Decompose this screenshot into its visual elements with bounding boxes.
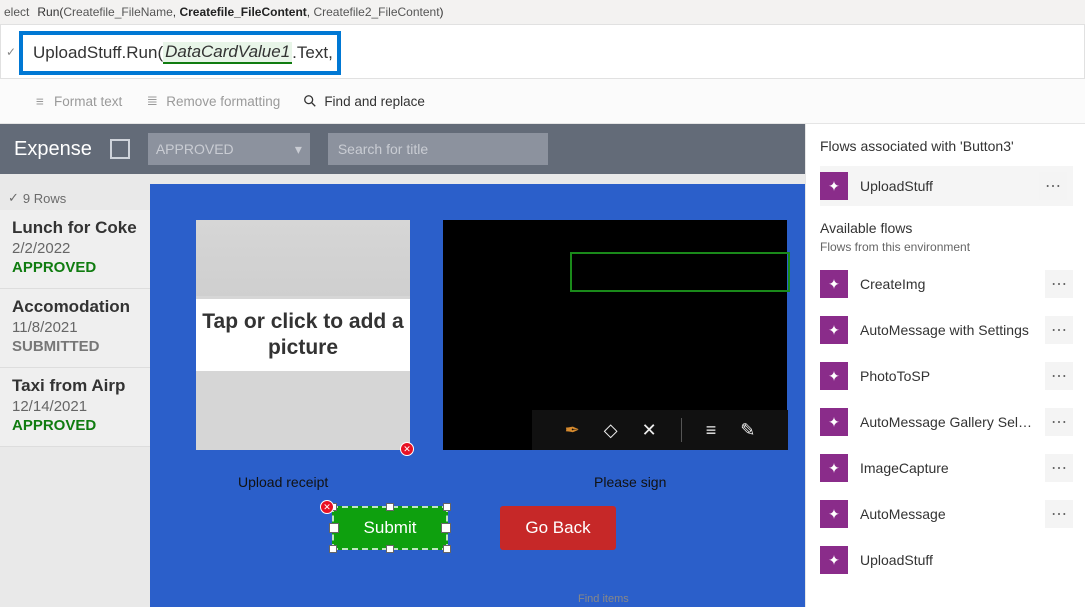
status-dropdown[interactable]: APPROVED ▾ bbox=[148, 133, 310, 165]
more-icon[interactable]: ⋯ bbox=[1045, 270, 1073, 298]
chevron-down-icon: ▾ bbox=[295, 141, 302, 158]
intellisense-bar: elect Run(Createfile_FileName, Createfil… bbox=[0, 0, 1085, 24]
list-item[interactable]: Taxi from Airp 12/14/2021 APPROVED bbox=[0, 368, 150, 447]
environment-label: Flows from this environment bbox=[820, 240, 1073, 254]
flow-icon: ✦ bbox=[820, 500, 848, 528]
format-text-button[interactable]: ≡ Format text bbox=[32, 93, 122, 109]
sign-label: Please sign bbox=[594, 474, 666, 490]
available-flows-header: Available flows bbox=[820, 220, 1073, 236]
flow-icon: ✦ bbox=[820, 316, 848, 344]
flow-row[interactable]: ✦ UploadStuff bbox=[820, 540, 1073, 580]
pen-icon[interactable]: ✒ bbox=[565, 420, 580, 441]
flow-icon: ✦ bbox=[820, 270, 848, 298]
flow-row[interactable]: ✦ AutoMessage with Settings ⋯ bbox=[820, 310, 1073, 350]
flow-row[interactable]: ✦ AutoMessage ⋯ bbox=[820, 494, 1073, 534]
formula-input[interactable]: UploadStuff.Run(DataCardValue1.Text, bbox=[19, 31, 341, 75]
format-icon: ≡ bbox=[32, 93, 48, 109]
flow-row[interactable]: ✦ CreateImg ⋯ bbox=[820, 264, 1073, 304]
flow-row[interactable]: ✦ ImageCapture ⋯ bbox=[820, 448, 1073, 488]
select-label: elect bbox=[4, 5, 29, 19]
signature-field[interactable] bbox=[570, 252, 790, 292]
go-back-button[interactable]: Go Back bbox=[500, 506, 616, 550]
remove-format-icon: ≣ bbox=[144, 93, 160, 109]
app-canvas: Expense APPROVED ▾ Search for title ✓ 9 … bbox=[0, 124, 805, 607]
ink-toolbar: ✒ ◇ ✕ ≡ ✎ bbox=[532, 410, 788, 450]
remove-formatting-button[interactable]: ≣ Remove formatting bbox=[144, 93, 280, 109]
more-icon[interactable]: ⋯ bbox=[1045, 316, 1073, 344]
expense-header: Expense APPROVED ▾ Search for title bbox=[0, 124, 805, 174]
flow-icon: ✦ bbox=[820, 408, 848, 436]
eraser-icon[interactable]: ◇ bbox=[604, 420, 618, 441]
list-item[interactable]: Accomodation 11/8/2021 SUBMITTED bbox=[0, 289, 150, 368]
formula-bar[interactable]: ✓ UploadStuff.Run(DataCardValue1.Text, bbox=[0, 24, 1085, 79]
add-picture-control[interactable]: Tap or click to add a picture bbox=[196, 220, 410, 450]
flow-row[interactable]: ✦ UploadStuff ⋯ bbox=[820, 166, 1073, 206]
flow-icon: ✦ bbox=[820, 454, 848, 482]
list-item[interactable]: Lunch for Coke 2/2/2022 APPROVED bbox=[0, 210, 150, 289]
clear-icon[interactable]: ✕ bbox=[642, 420, 657, 441]
find-items-label: Find items bbox=[578, 593, 629, 605]
flow-icon: ✦ bbox=[820, 362, 848, 390]
more-icon[interactable]: ⋯ bbox=[1045, 454, 1073, 482]
submit-button[interactable]: Submit bbox=[332, 506, 448, 550]
rows-count: ✓ 9 Rows bbox=[8, 190, 66, 206]
more-icon[interactable]: ⋯ bbox=[1039, 172, 1067, 200]
flow-icon: ✦ bbox=[820, 546, 848, 574]
error-badge-icon[interactable]: ✕ bbox=[400, 442, 414, 456]
flow-row[interactable]: ✦ PhotoToSP ⋯ bbox=[820, 356, 1073, 396]
flows-header: Flows associated with 'Button3' bbox=[820, 138, 1073, 154]
page-title: Expense bbox=[14, 138, 92, 161]
separator bbox=[681, 418, 682, 442]
filter-checkbox[interactable] bbox=[110, 139, 130, 159]
more-icon[interactable]: ⋯ bbox=[1045, 362, 1073, 390]
search-input[interactable]: Search for title bbox=[328, 133, 548, 165]
find-replace-button[interactable]: Find and replace bbox=[302, 93, 425, 109]
search-icon bbox=[302, 93, 318, 109]
more-icon[interactable]: ⋯ bbox=[1045, 500, 1073, 528]
format-toolbar: ≡ Format text ≣ Remove formatting Find a… bbox=[0, 79, 1085, 124]
line-width-icon[interactable]: ≡ bbox=[706, 420, 717, 441]
expense-list: Lunch for Coke 2/2/2022 APPROVED Accomod… bbox=[0, 210, 150, 447]
flow-row[interactable]: ✦ AutoMessage Gallery Select... ⋯ bbox=[820, 402, 1073, 442]
form-panel: Tap or click to add a picture ✕ Upload r… bbox=[150, 184, 805, 607]
upload-label: Upload receipt bbox=[238, 474, 328, 490]
edit-icon[interactable]: ✎ bbox=[740, 420, 755, 441]
flow-icon: ✦ bbox=[820, 172, 848, 200]
error-badge-icon[interactable]: ✕ bbox=[320, 500, 334, 514]
flows-panel: Flows associated with 'Button3' ✦ Upload… bbox=[805, 124, 1085, 607]
check-icon: ✓ bbox=[8, 190, 19, 206]
run-signature: Run(Createfile_FileName, Createfile_File… bbox=[37, 5, 443, 19]
check-icon: ✓ bbox=[1, 45, 21, 59]
more-icon[interactable]: ⋯ bbox=[1045, 408, 1073, 436]
